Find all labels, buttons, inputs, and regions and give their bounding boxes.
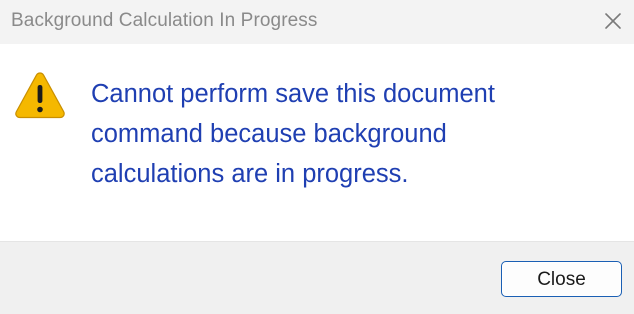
warning-icon — [15, 72, 65, 119]
title-bar: Background Calculation In Progress — [0, 0, 634, 44]
message-line: command because background — [91, 120, 447, 148]
message-line: Cannot perform save this document — [91, 80, 495, 108]
titlebar-close-button[interactable] — [598, 6, 628, 36]
dialog-footer: Close — [0, 241, 634, 314]
close-icon — [605, 13, 621, 29]
dialog-title: Background Calculation In Progress — [11, 10, 318, 31]
message-line: calculations are in progress. — [91, 160, 409, 188]
message-dialog: Background Calculation In Progress Canno… — [0, 0, 634, 314]
message-text: Cannot perform save this document comman… — [91, 74, 611, 194]
close-button[interactable]: Close — [501, 261, 622, 297]
